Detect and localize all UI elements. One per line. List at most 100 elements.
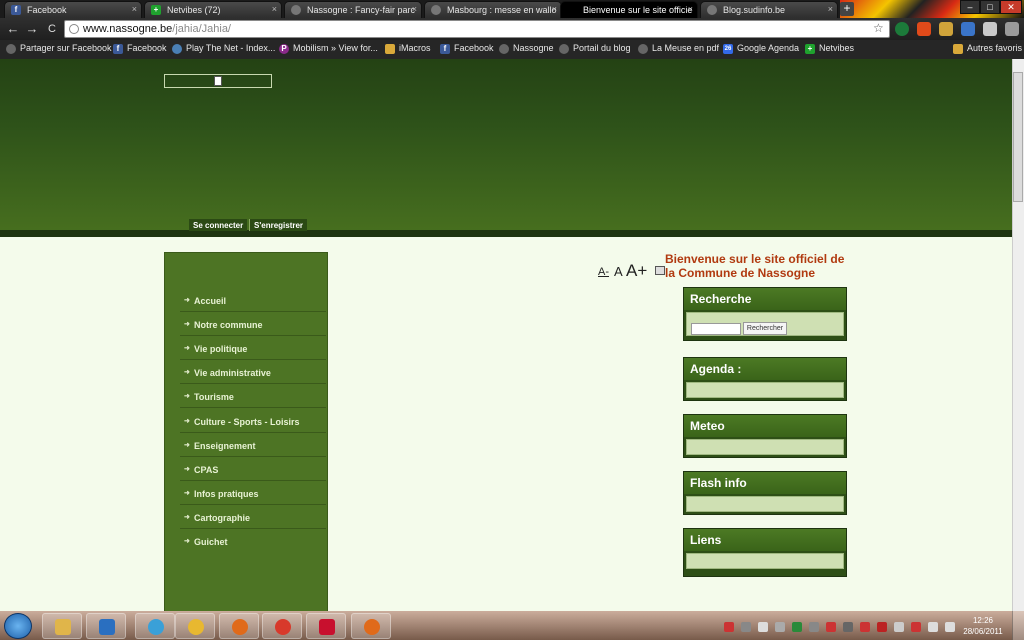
search-input[interactable] [691, 323, 741, 335]
close-icon[interactable]: × [132, 4, 137, 14]
bookmark-star-icon[interactable]: ☆ [873, 21, 884, 35]
tab-bienvenue-active[interactable]: Bienvenue sur le site officie × [560, 1, 698, 18]
app-icon [188, 619, 204, 635]
bookmark-item[interactable]: 26 Google Agenda [723, 43, 799, 56]
tray-icon[interactable] [809, 622, 819, 632]
taskbar-vs[interactable] [306, 613, 346, 639]
bookmark-item[interactable]: iMacros [385, 43, 431, 56]
taskbar-media-player[interactable] [86, 613, 126, 639]
tab-sudinfo[interactable]: Blog.sudinfo.be × [700, 1, 838, 18]
menu-item-cartographie[interactable]: Cartographie [180, 506, 326, 529]
clock-date: 28/06/2011 [963, 627, 1003, 636]
site-logo[interactable] [164, 74, 272, 88]
menu-item-notre-commune[interactable]: Notre commune [180, 313, 326, 336]
close-icon[interactable]: × [412, 4, 417, 14]
register-link[interactable]: S'enregistrer [249, 219, 308, 231]
extension-icon[interactable] [961, 22, 975, 36]
netvibes-icon: + [805, 44, 815, 54]
tab-title: Blog.sudinfo.be [723, 5, 786, 15]
extension-icon[interactable] [917, 22, 931, 36]
bookmark-item[interactable]: Play The Net - Index... [172, 43, 275, 56]
maximize-button[interactable]: □ [980, 0, 1000, 14]
tray-icon[interactable] [758, 622, 768, 632]
tab-facebook[interactable]: f Facebook × [4, 1, 142, 18]
tab-masbourg[interactable]: Masbourg : messe en wallo × [424, 1, 562, 18]
close-icon[interactable]: × [552, 4, 557, 14]
bookmark-item[interactable]: f Facebook [440, 43, 494, 56]
other-bookmarks[interactable]: Autres favoris [953, 43, 1022, 56]
volume-icon[interactable] [945, 622, 955, 632]
menu-item-culture[interactable]: Culture - Sports - Loisirs [180, 410, 326, 433]
extension-icon[interactable] [895, 22, 909, 36]
text-size-small[interactable]: A- [598, 266, 609, 278]
menu-item-enseignement[interactable]: Enseignement [180, 434, 326, 457]
tab-netvibes[interactable]: + Netvibes (72) × [144, 1, 282, 18]
close-icon[interactable]: × [688, 4, 693, 14]
extension-icon[interactable] [983, 22, 997, 36]
close-icon[interactable]: × [828, 4, 833, 14]
address-bar[interactable]: www.nassogne.be/jahia/Jahia/ [64, 20, 890, 38]
clock[interactable]: 12:26 28/06/2011 [960, 615, 1006, 637]
text-size-large[interactable]: A+ [626, 261, 647, 281]
menu-item-vie-politique[interactable]: Vie politique [180, 337, 326, 360]
taskbar-app[interactable] [175, 613, 215, 639]
reload-button[interactable]: C [44, 21, 60, 37]
taskbar-firefox-2[interactable] [351, 613, 391, 639]
extension-icon[interactable] [939, 22, 953, 36]
tab-title: Netvibes (72) [167, 5, 221, 15]
tray-icon[interactable] [741, 622, 751, 632]
bookmark-item[interactable]: Portail du blog [559, 43, 631, 56]
agenda-box-body [686, 382, 844, 398]
taskbar-explorer[interactable] [42, 613, 82, 639]
scrollbar-thumb[interactable] [1013, 72, 1023, 202]
wrench-icon[interactable] [1005, 22, 1019, 36]
flash-info-box: Flash info [683, 471, 847, 515]
tray-icon[interactable] [775, 622, 785, 632]
show-desktop-button[interactable] [1012, 611, 1024, 640]
tray-icon[interactable] [843, 622, 853, 632]
print-icon[interactable] [655, 266, 665, 275]
firefox-icon [232, 619, 248, 635]
menu-item-infos-pratiques[interactable]: Infos pratiques [180, 482, 326, 505]
menu-item-tourisme[interactable]: Tourisme [180, 385, 326, 408]
menu-item-guichet[interactable]: Guichet [180, 530, 326, 553]
close-window-button[interactable]: ✕ [1000, 0, 1022, 14]
tab-nassogne-fancy-fair[interactable]: Nassogne : Fancy-fair parc × [284, 1, 422, 18]
start-button[interactable] [4, 613, 32, 639]
menu-item-accueil[interactable]: Accueil [180, 289, 326, 312]
minimize-button[interactable]: – [960, 0, 980, 14]
new-tab-button[interactable]: + [840, 2, 854, 16]
network-icon[interactable] [928, 622, 938, 632]
bookmark-item[interactable]: f Facebook [113, 43, 167, 56]
page-content [0, 237, 1012, 611]
bookmark-label: La Meuse en pdf [652, 43, 720, 53]
tray-icon[interactable] [724, 622, 734, 632]
bookmark-label: Partager sur Facebook [20, 43, 112, 53]
tray-icon[interactable] [826, 622, 836, 632]
search-button[interactable]: Rechercher [743, 322, 787, 335]
tray-icon[interactable] [894, 622, 904, 632]
bookmark-item[interactable]: Partager sur Facebook [6, 43, 112, 56]
bookmark-item[interactable]: P Mobilism » View for... [279, 43, 378, 56]
taskbar-chrome[interactable] [262, 613, 302, 639]
close-icon[interactable]: × [272, 4, 277, 14]
folder-icon [385, 44, 395, 54]
bookmark-item[interactable]: La Meuse en pdf [638, 43, 719, 56]
login-link[interactable]: Se connecter [189, 219, 248, 231]
taskbar-messenger[interactable] [135, 613, 175, 639]
blog-icon [638, 44, 648, 54]
tray-icon[interactable] [877, 622, 887, 632]
tray-icon[interactable] [792, 622, 802, 632]
facebook-icon: f [440, 44, 450, 54]
menu-item-vie-administrative[interactable]: Vie administrative [180, 361, 326, 384]
bookmark-item[interactable]: + Netvibes [805, 43, 854, 56]
bookmark-item[interactable]: Nassogne [499, 43, 554, 56]
tray-icon[interactable] [860, 622, 870, 632]
back-button[interactable]: ← [5, 21, 21, 37]
welcome-title: Bienvenue sur le site officiel de la Com… [665, 252, 845, 280]
taskbar-firefox[interactable] [219, 613, 259, 639]
text-size-normal[interactable]: A [614, 264, 623, 279]
menu-item-cpas[interactable]: CPAS [180, 458, 326, 481]
tray-icon[interactable] [911, 622, 921, 632]
forward-button[interactable]: → [24, 21, 40, 37]
